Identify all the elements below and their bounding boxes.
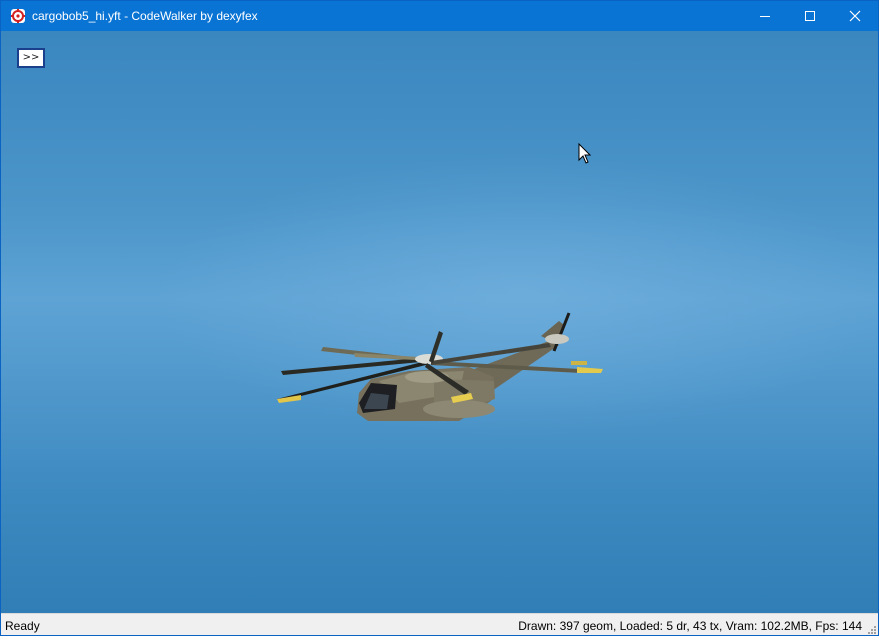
resize-grip-icon[interactable] [866, 624, 876, 634]
maximize-button[interactable] [787, 1, 833, 31]
status-text: Ready [5, 619, 40, 633]
render-stats: Drawn: 397 geom, Loaded: 5 dr, 43 tx, Vr… [518, 619, 862, 633]
close-button[interactable] [832, 1, 878, 31]
helicopter-model [277, 312, 603, 421]
minimize-button[interactable] [742, 1, 788, 31]
close-icon [849, 10, 861, 22]
codewalker-app-icon [10, 8, 26, 24]
title-bar[interactable]: cargobob5_hi.yft - CodeWalker by dexyfex [1, 1, 878, 31]
maximize-icon [804, 10, 816, 22]
window-title: cargobob5_hi.yft - CodeWalker by dexyfex [32, 9, 258, 23]
minimize-icon [759, 11, 771, 22]
status-bar: Ready Drawn: 397 geom, Loaded: 5 dr, 43 … [1, 613, 878, 635]
app-window: cargobob5_hi.yft - CodeWalker by dexyfex… [0, 0, 879, 636]
mouse-cursor-icon [578, 143, 592, 164]
3d-viewport[interactable]: >> [1, 31, 878, 613]
toggle-panel-button[interactable]: >> [17, 48, 45, 68]
